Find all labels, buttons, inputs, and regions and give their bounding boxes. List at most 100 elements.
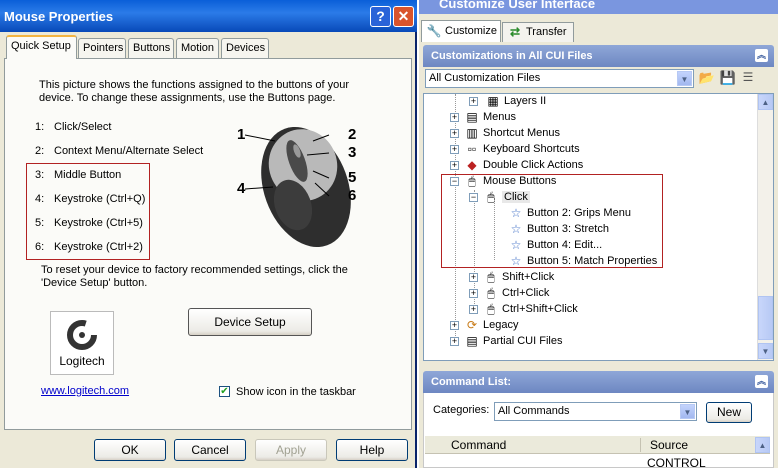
command-source-cell: CONTROL [647,456,706,468]
list-options-icon[interactable]: ☰ [739,70,757,88]
assignment-number: 6: [35,241,45,253]
assignment-label: Keystroke (Ctrl+5) [54,217,143,229]
reset-text-line-1: To reset your device to factory recommen… [41,264,348,276]
scroll-thumb[interactable] [758,296,773,340]
chevron-down-icon[interactable]: ▼ [677,71,692,86]
tree-label: Ctrl+Shift+Click [502,303,578,315]
tree-scrollbar[interactable]: ▲ ▼ [757,94,773,360]
transfer-arrows-icon: ⇄ [509,25,521,39]
tab-customize[interactable]: 🔧 Customize [421,20,501,42]
dialog-titlebar[interactable]: Mouse Properties [0,0,417,32]
keyboard-icon: ▫▫ [467,142,477,157]
quick-setup-panel: This picture shows the functions assigne… [4,58,412,430]
scroll-down-icon[interactable]: ▼ [758,343,773,359]
ok-button[interactable]: OK [94,439,166,461]
partial-file-icon: ▤ [466,334,478,349]
shortcut-menu-icon: ▥ [466,126,478,141]
intro-line-2: device. To change these assignments, use… [39,92,336,104]
dialog-title: Mouse Properties [4,9,114,24]
show-icon-label: Show icon in the taskbar [236,386,356,398]
save-icon[interactable]: 💾 [719,70,737,88]
tree-label: Ctrl+Click [502,287,550,299]
tree-label: Partial CUI Files [483,335,563,347]
scroll-up-icon[interactable]: ▲ [758,94,773,110]
tree-label: Keyboard Shortcuts [483,143,580,155]
callout-4: 4 [237,180,246,197]
tree-label: Shortcut Menus [483,127,561,139]
assignment-label: Keystroke (Ctrl+Q) [54,193,146,205]
show-icon-checkbox[interactable]: ✔ [219,386,230,397]
open-file-icon[interactable]: 📂 [698,70,716,88]
categories-value: All Commands [498,405,570,417]
cui-window: Customize User Interface 🔧 Customize ⇄ Tra… [419,0,778,468]
callout-2: 2 [348,126,357,143]
categories-combo[interactable]: All Commands ▼ [494,402,697,421]
new-command-button[interactable]: New [706,402,752,423]
reset-text-line-2: 'Device Setup' button. [41,277,148,289]
command-list-header: Command List: ︽ [423,371,774,393]
assignment-label: Keystroke (Ctrl+2) [54,241,143,253]
assignment-number: 2: [35,145,45,157]
tab-pointers[interactable]: Pointers [78,38,126,58]
tree-label: Layers II [504,95,547,107]
tree-node-double-click[interactable]: + ◆ Double Click Actions [450,157,583,173]
close-button[interactable]: ✕ [393,6,414,27]
menu-icon: ▤ [466,110,478,125]
help-titlebar-button[interactable]: ? [370,6,391,27]
callout-1: 1 [237,126,246,143]
chevron-down-icon[interactable]: ▼ [680,404,695,419]
tree-node-keyboard-shortcuts[interactable]: + ▫▫ Keyboard Shortcuts [450,141,580,157]
highlight-box [441,174,663,268]
tree-label: Shift+Click [502,271,555,283]
tree-node-ctrl-click[interactable]: + 🖱 Ctrl+Click [469,285,549,301]
tab-transfer[interactable]: ⇄ Transfer [502,22,574,42]
tree-node-partial-cui[interactable]: + ▤ Partial CUI Files [450,333,562,349]
collapse-chevron-icon[interactable]: ︽ [755,375,768,388]
callout-3: 3 [348,144,357,161]
callout-6: 6 [348,187,357,204]
mouse-image [244,126,351,247]
tab-transfer-label: Transfer [526,25,567,38]
tab-motion[interactable]: Motion [176,38,219,58]
collapse-chevron-icon[interactable]: ︽ [755,49,768,62]
logo-text: Logitech [59,354,105,368]
assignment-number: 1: [35,121,45,133]
assignment-number: 4: [35,193,45,205]
mouse-icon: 🖱 [487,270,495,285]
device-setup-button[interactable]: Device Setup [188,308,312,336]
tab-buttons[interactable]: Buttons [128,38,174,58]
cui-titlebar[interactable]: Customize User Interface [419,0,778,14]
tree-node-ctrl-shift-click[interactable]: + 🖱 Ctrl+Shift+Click [469,301,578,317]
tree-node-layers[interactable]: + ▦ Layers II [469,94,547,109]
tree-label: Legacy [483,319,519,331]
logitech-link[interactable]: www.logitech.com [41,385,129,398]
tab-quick-setup[interactable]: Quick Setup [6,35,77,59]
col-source[interactable]: Source [650,439,688,452]
categories-label: Categories: [433,404,490,416]
apply-button[interactable]: Apply [255,439,327,461]
layers-icon: ▦ [487,94,499,109]
customizations-header: Customizations in All CUI Files ︽ [423,45,774,67]
tree-node-menus[interactable]: + ▤ Menus [450,109,516,125]
assignment-number: 5: [35,217,45,229]
command-table-header: Command Source ▲ [425,436,770,454]
assignment-label: Click/Select [54,121,112,133]
tab-devices[interactable]: Devices [221,38,269,58]
mouse-properties-dialog: Mouse Properties ? ✕ Quick Setup Pointer… [0,0,417,468]
mouse-icon: 🖱 [487,286,495,301]
tree-node-shortcut-menus[interactable]: + ▥ Shortcut Menus [450,125,560,141]
tab-customize-label: Customize [445,24,497,37]
help-button[interactable]: Help [336,439,408,461]
double-click-icon: ◆ [467,158,477,173]
customization-files-combo[interactable]: All Customization Files ▼ [425,69,694,88]
cancel-button[interactable]: Cancel [174,439,246,461]
cui-title: Customize User Interface [439,0,596,11]
logitech-emblem-icon [67,320,97,350]
customizations-tree: + ▦ Layers II + ▤ Menus + ▥ Shortcut Menus … [423,93,774,361]
scroll-up-icon[interactable]: ▲ [755,437,770,453]
tree-node-shift-click[interactable]: + 🖱 Shift+Click [469,269,554,285]
tree-node-legacy[interactable]: + ⟳ Legacy [450,317,518,333]
legacy-icon: ⟳ [466,318,478,333]
intro-line-1: This picture shows the functions assigne… [39,79,350,91]
col-command[interactable]: Command [451,439,506,452]
